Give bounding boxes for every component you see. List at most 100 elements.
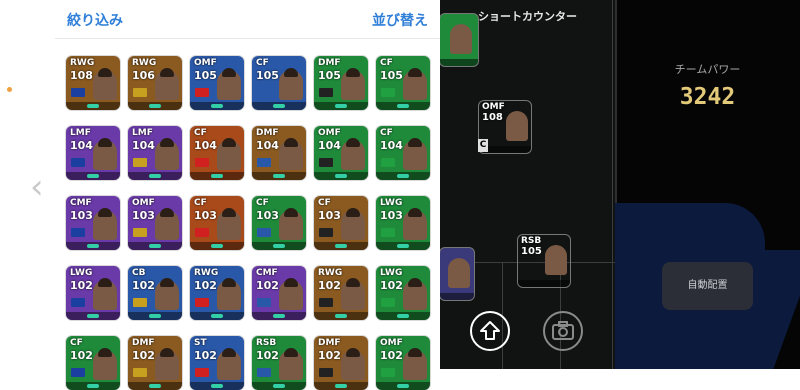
card-footer — [66, 172, 120, 180]
player-portrait — [448, 258, 470, 288]
club-badge-icon — [195, 298, 209, 307]
player-card[interactable]: OMF 103 — [128, 196, 182, 250]
player-card[interactable]: OMF 104 — [314, 126, 368, 180]
player-card[interactable]: DMF 102 — [128, 336, 182, 390]
player-position: OMF — [482, 102, 505, 112]
player-position: CF — [380, 128, 393, 138]
player-card[interactable]: RWG 102 — [314, 266, 368, 320]
player-card[interactable]: CF 103 — [190, 196, 244, 250]
player-portrait — [217, 138, 241, 170]
card-footer — [252, 102, 306, 110]
player-position: DMF — [318, 338, 341, 348]
player-card[interactable]: LWG 103 — [376, 196, 430, 250]
card-footer — [128, 172, 182, 180]
player-position: RWG — [318, 268, 343, 278]
player-card[interactable]: CF 105 — [252, 56, 306, 110]
player-card[interactable]: DMF 102 — [314, 336, 368, 390]
player-card[interactable]: DMF 105 — [314, 56, 368, 110]
player-position: CF — [194, 128, 207, 138]
card-footer — [376, 382, 430, 390]
player-portrait — [506, 111, 528, 141]
player-position: DMF — [256, 128, 279, 138]
player-card[interactable]: CF 104 — [190, 126, 244, 180]
player-portrait — [155, 278, 179, 310]
club-badge-icon — [195, 368, 209, 377]
field-player-card[interactable] — [440, 248, 474, 300]
player-portrait — [279, 278, 303, 310]
player-card[interactable]: LMF 104 — [128, 126, 182, 180]
player-card[interactable]: CB 102 — [128, 266, 182, 320]
player-portrait — [341, 278, 365, 310]
club-badge-icon — [257, 158, 271, 167]
player-position: DMF — [318, 58, 341, 68]
auto-arrange-button[interactable]: 自動配置 — [662, 262, 753, 310]
player-position: CF — [194, 198, 207, 208]
player-position: LWG — [380, 268, 403, 278]
player-card[interactable]: CF 102 — [66, 336, 120, 390]
player-rating: 104 — [318, 139, 341, 152]
player-card[interactable]: RWG 108 — [66, 56, 120, 110]
player-portrait — [217, 208, 241, 240]
club-badge-icon — [195, 228, 209, 237]
player-portrait — [93, 208, 117, 240]
player-portrait — [217, 68, 241, 100]
arrow-up-circle-icon — [480, 321, 500, 340]
player-position: OMF — [380, 338, 403, 348]
player-position: RWG — [132, 58, 157, 68]
card-footer — [66, 312, 120, 320]
card-footer — [376, 102, 430, 110]
player-rating: 103 — [318, 209, 341, 222]
club-badge-icon — [257, 298, 271, 307]
club-badge-icon — [381, 158, 395, 167]
left-margin: ‹ — [0, 0, 55, 369]
player-portrait — [155, 138, 179, 170]
player-portrait — [279, 138, 303, 170]
card-footer — [66, 242, 120, 250]
club-badge-icon — [381, 228, 395, 237]
player-rating: 102 — [70, 349, 93, 362]
player-rating: 102 — [132, 349, 155, 362]
camera-button[interactable] — [543, 311, 583, 351]
player-card[interactable]: LWG 102 — [376, 266, 430, 320]
player-position: CMF — [70, 198, 92, 208]
player-rating: 103 — [256, 209, 279, 222]
notification-dot — [7, 87, 12, 92]
player-card[interactable]: LMF 104 — [66, 126, 120, 180]
player-portrait — [279, 68, 303, 100]
upload-button[interactable] — [470, 311, 510, 351]
filter-button[interactable]: 絞り込み — [67, 10, 123, 30]
player-rating: 102 — [132, 279, 155, 292]
player-card[interactable]: CF 103 — [252, 196, 306, 250]
player-rating: 102 — [318, 349, 341, 362]
player-card[interactable]: LWG 102 — [66, 266, 120, 320]
captain-mark: C — [478, 139, 488, 152]
sort-button[interactable]: 並び替え — [372, 10, 428, 30]
player-card[interactable]: CF 104 — [376, 126, 430, 180]
card-footer — [314, 102, 368, 110]
player-card[interactable]: DMF 104 — [252, 126, 306, 180]
player-card[interactable]: CF 103 — [314, 196, 368, 250]
chevron-left-icon[interactable]: ‹ — [30, 170, 44, 204]
player-card[interactable]: OMF 102 — [376, 336, 430, 390]
player-portrait — [93, 348, 117, 380]
card-footer — [376, 172, 430, 180]
club-badge-icon — [319, 298, 333, 307]
player-card[interactable]: CF 105 — [376, 56, 430, 110]
club-badge-icon — [71, 88, 85, 97]
field-player-card[interactable]: RSB 105 — [518, 235, 570, 287]
player-card[interactable]: RWG 106 — [128, 56, 182, 110]
player-portrait — [279, 348, 303, 380]
player-card[interactable]: ST 102 — [190, 336, 244, 390]
player-card[interactable]: CMF 102 — [252, 266, 306, 320]
card-footer — [66, 102, 120, 110]
player-card[interactable]: RWG 102 — [190, 266, 244, 320]
card-footer — [190, 312, 244, 320]
club-badge-icon — [257, 88, 271, 97]
player-position: DMF — [132, 338, 155, 348]
player-portrait — [341, 138, 365, 170]
field-player-card[interactable] — [440, 14, 478, 66]
player-card[interactable]: RSB 102 — [252, 336, 306, 390]
player-rating: 103 — [132, 209, 155, 222]
player-card[interactable]: CMF 103 — [66, 196, 120, 250]
player-card[interactable]: OMF 105 — [190, 56, 244, 110]
